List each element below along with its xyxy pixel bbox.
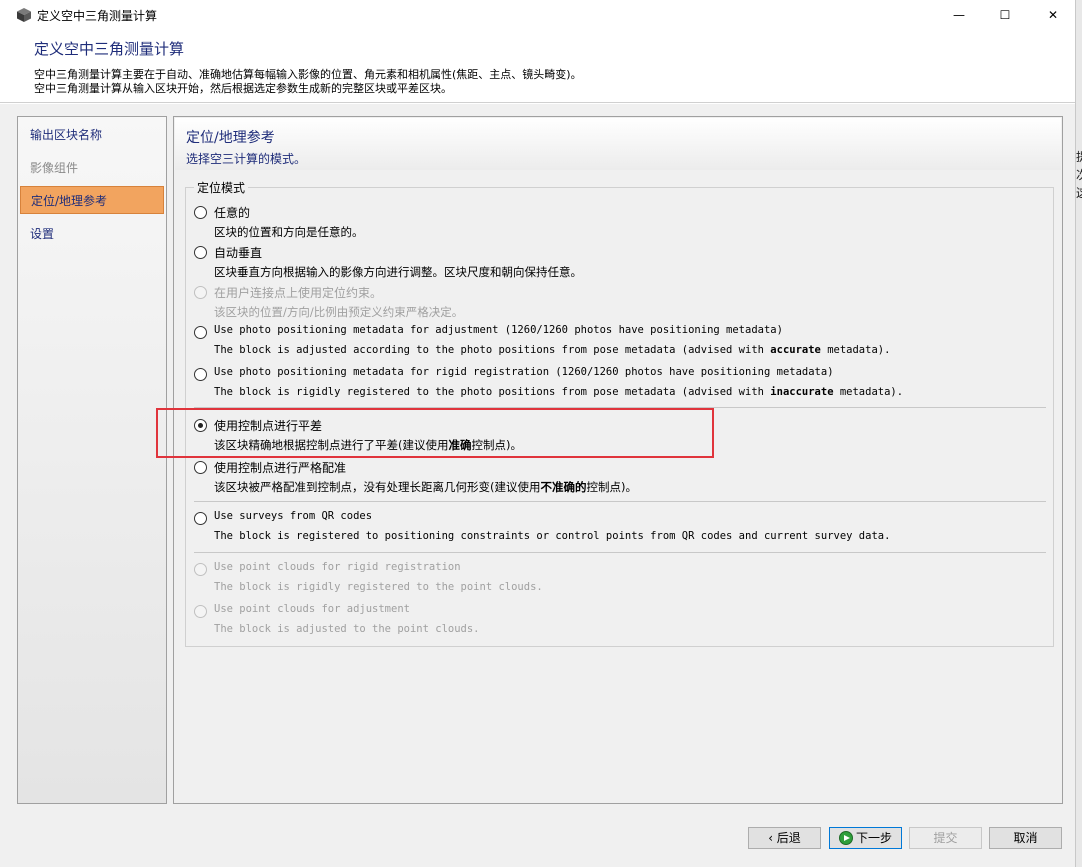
option-description: The block is rigidly registered to the p… [214, 386, 904, 398]
submit-button: 提交 [909, 827, 982, 849]
panel-title: 定位/地理参考 [186, 130, 275, 146]
radio-button[interactable] [194, 368, 207, 381]
next-arrow-icon [838, 831, 853, 845]
sidebar-item-output-block-name[interactable]: 输出区块名称 [20, 121, 164, 149]
radio-button [194, 605, 207, 618]
option-label: Use photo positioning metadata for adjus… [214, 324, 783, 336]
sidebar-item-positioning[interactable]: 定位/地理参考 [20, 186, 164, 214]
maximize-button[interactable]: ☐ [982, 0, 1028, 30]
option-label: Use photo positioning metadata for rigid… [214, 366, 834, 378]
option-description: The block is adjusted according to the p… [214, 344, 891, 356]
edge-glyph: 这 [1076, 184, 1082, 201]
wizard-header: 定义空中三角测量计算 空中三角测量计算主要在于自动、准确地估算每幅输入影像的位置… [0, 30, 1075, 103]
panel-header: 定位/地理参考 选择空三计算的模式。 [175, 118, 1061, 170]
option-description: 区块垂直方向根据输入的影像方向进行调整。区块尺度和朝向保持任意。 [214, 265, 582, 279]
separator [194, 501, 1046, 502]
option-description: 区块的位置和方向是任意的。 [214, 225, 364, 239]
edge-glyph: 次 [1076, 166, 1082, 183]
option-label: Use surveys from QR codes [214, 510, 373, 522]
option-label: 任意的 [214, 206, 251, 220]
wizard-description: 空中三角测量计算主要在于自动、准确地估算每幅输入影像的位置、角元素和相机属性(焦… [34, 68, 582, 96]
window-title: 定义空中三角测量计算 [37, 9, 158, 23]
option-description: 该区块被严格配准到控制点，没有处理长距离几何形变(建议使用不准确的控制点)。 [214, 480, 637, 494]
cancel-button[interactable]: 取消 [989, 827, 1062, 849]
radio-button[interactable] [194, 512, 207, 525]
wizard-steps-sidebar: 输出区块名称 影像组件 定位/地理参考 设置 [17, 116, 167, 804]
option-label: 使用控制点进行严格配准 [214, 461, 347, 475]
close-button[interactable]: ✕ [1030, 0, 1076, 30]
radio-button [194, 563, 207, 576]
radio-button [194, 286, 207, 299]
option-label: Use point clouds for adjustment [214, 603, 410, 615]
option-description: The block is registered to positioning c… [214, 530, 891, 542]
wizard-title: 定义空中三角测量计算 [34, 40, 185, 58]
panel-subtitle: 选择空三计算的模式。 [186, 152, 307, 166]
option-description: The block is adjusted to the point cloud… [214, 623, 480, 635]
option-label: 在用户连接点上使用定位约束。 [214, 286, 383, 300]
option-description: The block is rigidly registered to the p… [214, 581, 543, 593]
option-label: Use point clouds for rigid registration [214, 561, 461, 573]
title-bar: 定义空中三角测量计算 — ☐ ✕ [0, 0, 1082, 30]
highlight-annotation-box [156, 408, 714, 458]
next-button[interactable]: 下一步 [829, 827, 902, 849]
edge-glyph: 提 [1076, 148, 1082, 165]
radio-button[interactable] [194, 206, 207, 219]
option-label: 自动垂直 [214, 246, 263, 260]
radio-button[interactable] [194, 326, 207, 339]
description-line-2: 空中三角测量计算从输入区块开始，然后根据选定参数生成新的完整区块或平差区块。 [34, 82, 452, 95]
next-button-label: 下一步 [855, 831, 892, 845]
positioning-panel: 定位/地理参考 选择空三计算的模式。 定位模式 任意的 区块的位置和方向是任意的… [173, 116, 1063, 804]
back-button[interactable]: ‹ 后退 [748, 827, 821, 849]
radio-button[interactable] [194, 246, 207, 259]
separator [194, 552, 1046, 553]
option-description: 该区块的位置/方向/比例由预定义约束严格决定。 [214, 305, 464, 319]
radio-button[interactable] [194, 461, 207, 474]
app-icon [17, 8, 31, 22]
description-line-1: 空中三角测量计算主要在于自动、准确地估算每幅输入影像的位置、角元素和相机属性(焦… [34, 68, 582, 81]
sidebar-item-settings[interactable]: 设置 [20, 220, 164, 248]
background-window-edge: 提 次 这 [1075, 0, 1082, 867]
minimize-button[interactable]: — [936, 0, 982, 30]
sidebar-item-photo-components: 影像组件 [30, 161, 79, 175]
group-title: 定位模式 [194, 179, 249, 196]
